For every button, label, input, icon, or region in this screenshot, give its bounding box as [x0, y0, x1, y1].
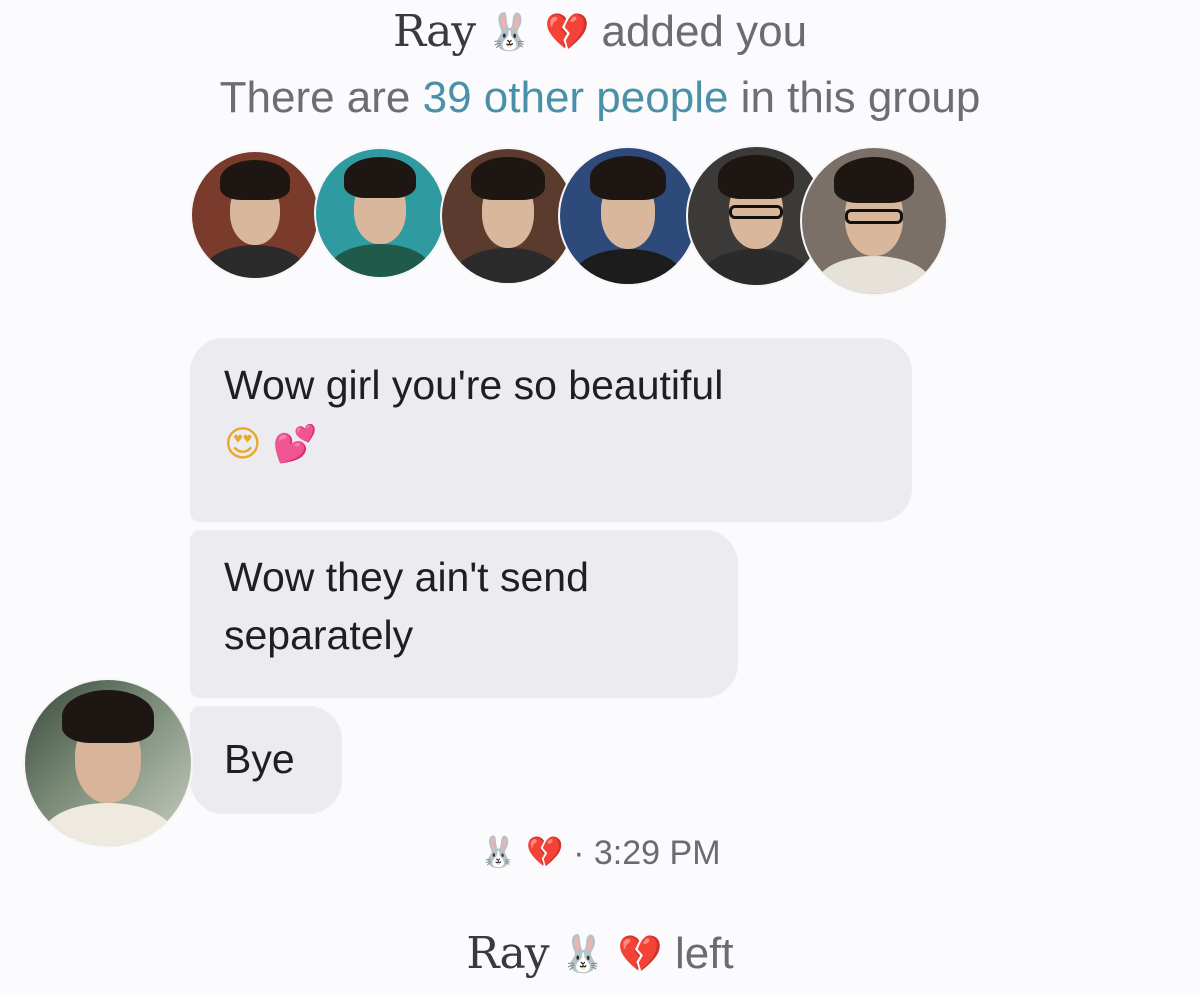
message-time: 3:29 PM — [593, 834, 721, 872]
avatar-hair — [589, 156, 667, 200]
avatar-body — [701, 249, 811, 285]
message-bubble[interactable]: Bye — [190, 706, 342, 814]
member-avatar[interactable] — [314, 147, 446, 279]
count-suffix: in this group — [740, 73, 981, 122]
avatar-body — [816, 256, 932, 294]
broken-heart-icon: 💔 — [617, 934, 663, 975]
left-text: left — [674, 929, 734, 978]
message-meta: 🐰 💔 · 3:29 PM — [0, 828, 1200, 878]
message-text: Bye — [224, 736, 295, 782]
member-count-notice: There are 39 other people in this group — [0, 68, 1200, 128]
glasses-icon — [728, 204, 784, 219]
member-avatar[interactable] — [440, 147, 576, 285]
message-emoji-line: 😍 💕 — [224, 416, 878, 474]
member-avatar[interactable] — [800, 146, 948, 296]
avatar-body — [328, 243, 432, 277]
avatar-hair — [61, 689, 155, 744]
added-notice: Ray 🐰 💔 added you — [0, 2, 1200, 63]
added-text: added you — [601, 7, 808, 56]
avatar-hair — [717, 155, 795, 200]
meta-separator: · — [573, 834, 585, 872]
left-notice: Ray 🐰 💔 left — [0, 922, 1200, 987]
sender-avatar[interactable] — [23, 678, 193, 848]
rabbit-icon: 🐰 — [487, 12, 533, 53]
avatar-hair — [344, 156, 416, 198]
heart-eyes-icon: 😍 — [224, 424, 262, 465]
member-avatar[interactable] — [190, 150, 320, 280]
broken-heart-icon: 💔 — [526, 835, 564, 870]
message-text: Wow they ain't send — [224, 554, 589, 600]
count-prefix: There are — [219, 73, 411, 122]
message-text: Wow girl you're so beautiful — [224, 362, 724, 408]
two-hearts-icon: 💕 — [272, 424, 318, 465]
member-avatar[interactable] — [558, 146, 698, 286]
group-chat-screen: Ray 🐰 💔 added you There are 39 other peo… — [0, 0, 1200, 993]
message-bubble[interactable]: Wow girl you're so beautiful 😍 💕 — [190, 338, 912, 522]
rabbit-icon: 🐰 — [479, 835, 517, 870]
rabbit-icon: 🐰 — [560, 934, 606, 975]
broken-heart-icon: 💔 — [544, 12, 590, 53]
adder-name[interactable]: Ray — [393, 6, 476, 57]
avatar-body — [573, 248, 683, 284]
message-bubble[interactable]: Wow they ain't send separately — [190, 530, 738, 698]
avatar-body — [204, 245, 306, 278]
leaver-name[interactable]: Ray — [466, 928, 549, 979]
member-count-link[interactable]: 39 other people — [423, 73, 729, 122]
avatar-hair — [219, 159, 291, 200]
glasses-icon — [845, 209, 903, 224]
message-text-line-2: separately — [224, 612, 414, 658]
avatar-hair — [471, 157, 545, 200]
avatar-hair — [833, 156, 915, 204]
avatar-body — [455, 248, 561, 283]
